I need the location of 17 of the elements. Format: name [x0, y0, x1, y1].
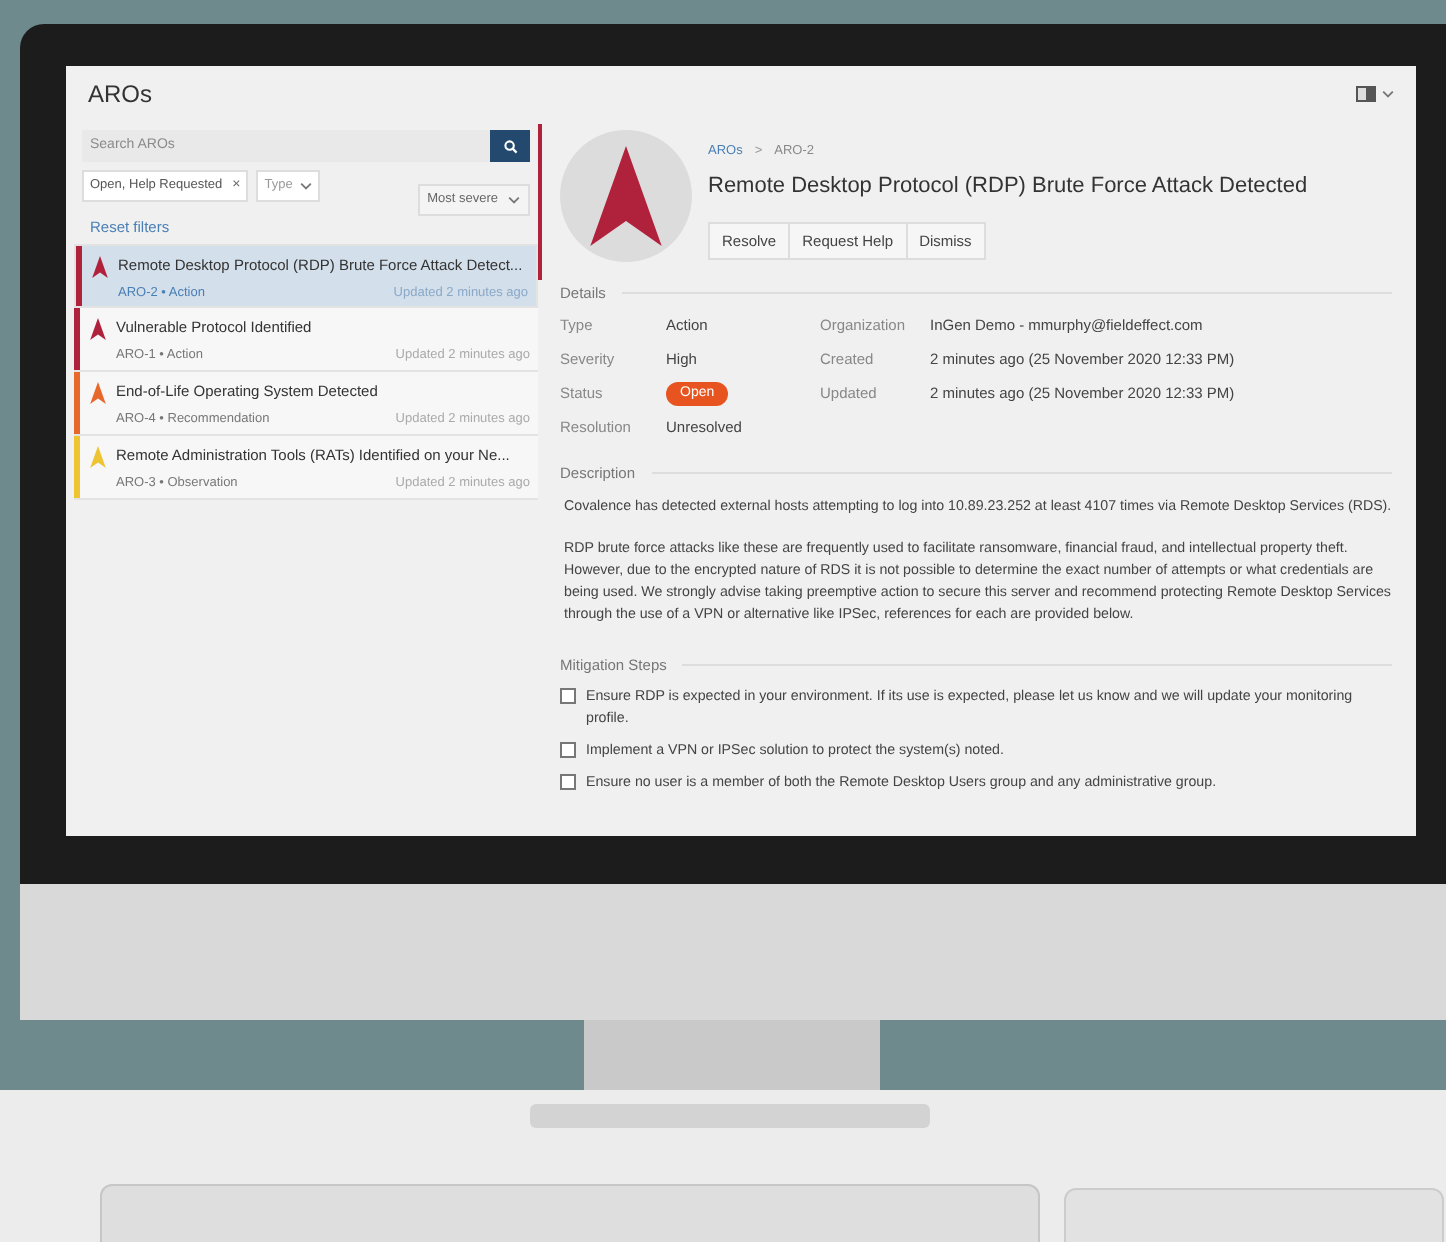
- window-title: AROs: [88, 77, 153, 111]
- panel-view-icon[interactable]: [1356, 85, 1376, 101]
- chevron-down-icon: [300, 182, 313, 190]
- checkbox[interactable]: [560, 687, 576, 704]
- search-button[interactable]: [490, 130, 530, 162]
- detail-title: Remote Desktop Protocol (RDP) Brute Force Attack Detected: [708, 171, 1308, 202]
- search-icon: [503, 139, 517, 153]
- checkbox[interactable]: [560, 741, 576, 758]
- checkbox[interactable]: [560, 773, 576, 790]
- arrowhead-icon: [90, 446, 106, 469]
- arrowhead-icon: [90, 318, 106, 341]
- arrowhead-icon: [92, 256, 108, 279]
- arrowhead-icon: [90, 382, 106, 405]
- scrollbar[interactable]: [538, 124, 542, 280]
- arrowhead-icon: [590, 146, 662, 246]
- chevron-down-icon: [508, 196, 520, 204]
- chevron-down-icon: [1382, 89, 1394, 97]
